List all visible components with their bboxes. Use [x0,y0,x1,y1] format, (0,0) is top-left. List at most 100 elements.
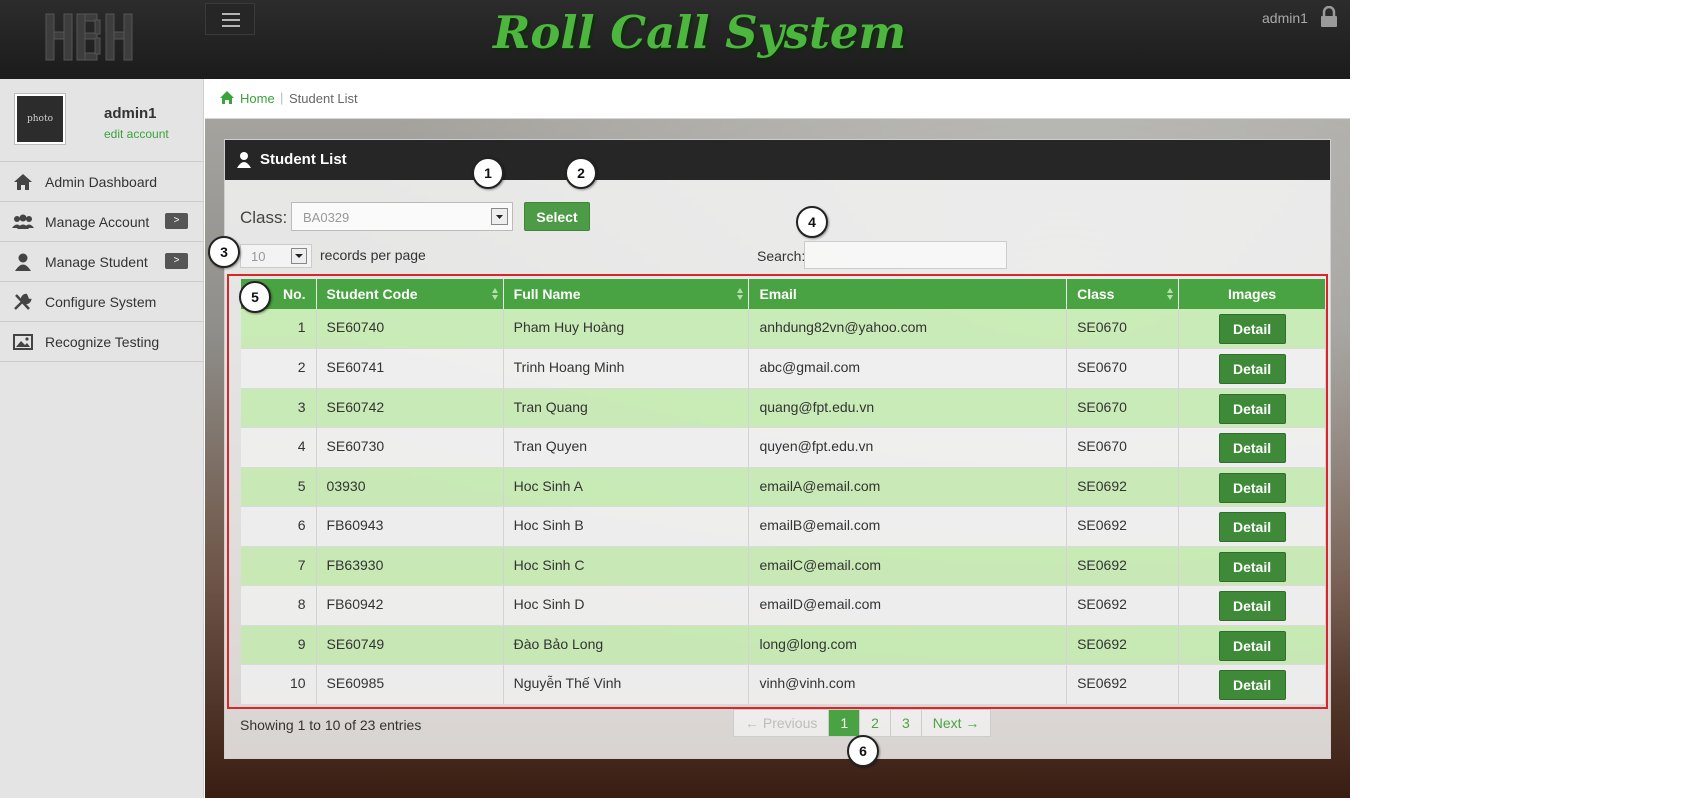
page-button-3[interactable]: 3 [891,710,922,736]
column-header-label: Student Code [326,286,418,302]
panel-title: Student List [260,151,347,168]
column-header-images: Images [1178,279,1326,309]
cell-email: abc@gmail.com [748,348,1068,389]
table-row: 8 FB60942 Hoc Sinh DemailD@email.com SE0692… [241,585,1326,626]
cell-full-name: Tran Quang [503,388,750,428]
cell-images: Detail [1178,546,1326,586]
expand-badge[interactable]: > [165,213,188,229]
chevron-down-icon[interactable] [491,208,508,225]
cell-full-name: Hoc Sinh C [503,546,750,586]
sidebar: photo admin1 edit account Admin Dashboar… [0,79,204,798]
table-row: 7 FB63930 Hoc Sinh CemailC@email.com SE0692… [241,546,1326,586]
user-icon [237,152,251,168]
expand-badge[interactable]: > [165,253,188,269]
records-per-page-select[interactable]: 10 [240,244,312,268]
callout-marker-2: 2 [565,157,597,189]
cell-images: Detail [1178,309,1326,349]
edit-account-link[interactable]: edit account [104,127,169,141]
cell-student-code: SE60740 [316,309,504,349]
cell-email: emailA@email.com [748,467,1068,507]
cell-no: 3 [241,388,317,428]
column-header-label: Full Name [513,286,581,302]
cell-student-code: FB63930 [316,546,504,586]
table-row: 4 SE60730 Tran Quyen quyen@fpt.edu.vn SE0670… [241,427,1326,468]
detail-button[interactable]: Detail [1218,433,1286,463]
column-header-student-code[interactable]: Student Code [316,279,504,309]
cell-no: 6 [241,506,317,547]
cell-full-name: Hoc Sinh A [503,467,750,507]
cell-email: anhdung82vn@yahoo.com [748,309,1068,349]
column-header-email[interactable]: Email [748,279,1068,309]
select-button[interactable]: Select [524,202,590,231]
detail-button[interactable]: Detail [1218,472,1286,503]
detail-button[interactable]: Detail [1218,314,1286,344]
top-header: Roll Call System admin1 [0,0,1350,79]
sidebar-item-label: Manage Student [45,254,148,270]
cell-no: 2 [241,348,317,389]
cell-email: quyen@fpt.edu.vn [748,427,1068,468]
detail-button[interactable]: Detail [1218,512,1286,542]
profile-box: photo admin1 edit account [0,79,203,162]
column-header-class[interactable]: Class [1066,279,1180,309]
cell-full-name: Nguyễn Thế Vinh [503,664,750,705]
sidebar-item-configure-system[interactable]: Configure System [0,282,203,322]
cell-email: emailD@email.com [748,585,1068,626]
callout-marker-1: 1 [472,157,504,189]
breadcrumb-home-link[interactable]: Home [240,91,275,106]
cell-student-code: SE60985 [316,664,504,705]
users-icon [12,214,34,229]
class-label: Class: [240,208,288,227]
cell-class: SE0670 [1066,309,1180,349]
detail-button[interactable]: Detail [1218,393,1286,424]
cell-images: Detail [1178,427,1326,468]
callout-marker-3: 3 [208,236,240,268]
cell-no: 10 [241,664,317,705]
avatar: photo [14,93,66,145]
previous-page-button[interactable]: ← Previous [734,710,830,736]
chevron-down-icon[interactable] [291,248,307,264]
cell-email: emailB@email.com [748,506,1068,547]
class-select[interactable]: BA0329 [291,202,513,231]
detail-button[interactable]: Detail [1218,630,1286,661]
column-header-label: No. [282,286,306,302]
header-username[interactable]: admin1 [1262,10,1308,26]
tools-icon [14,293,32,310]
user-icon [15,253,31,271]
cell-class: SE0692 [1066,467,1180,507]
column-header-full-name[interactable]: Full Name [503,279,750,309]
sort-icon[interactable] [1166,287,1174,301]
image-icon [13,334,33,350]
cell-full-name: Hoc Sinh B [503,506,750,547]
sidebar-item-manage-student[interactable]: Manage Student > [0,242,203,282]
page-button-2[interactable]: 2 [860,710,891,736]
sidebar-item-admin-dashboard[interactable]: Admin Dashboard [0,162,203,202]
sidebar-item-recognize-testing[interactable]: Recognize Testing [0,322,203,362]
home-icon [14,174,32,190]
student-table: No. Student Code Full Name Email Class I… [241,279,1326,705]
cell-full-name: Hoc Sinh D [503,585,750,626]
detail-button[interactable]: Detail [1218,670,1286,700]
home-icon[interactable] [219,90,235,105]
cell-no: 4 [241,427,317,468]
page-button-1[interactable]: 1 [829,710,861,736]
app-title: Roll Call System [493,6,907,59]
sidebar-item-manage-account[interactable]: Manage Account > [0,202,203,242]
detail-button[interactable]: Detail [1218,551,1286,582]
search-input[interactable] [804,241,1007,269]
sort-icon[interactable] [736,287,744,301]
next-page-button[interactable]: Next → [922,710,991,736]
lock-icon[interactable] [1320,5,1338,28]
cell-email: quang@fpt.edu.vn [748,388,1068,428]
cell-full-name: Đào Bảo Long [503,625,750,665]
hamburger-line [222,25,240,27]
cell-email: vinh@vinh.com [748,664,1068,705]
pagination: ← Previous 1 2 3 Next → [733,709,992,737]
records-per-page-label: records per page [320,247,426,263]
detail-button[interactable]: Detail [1218,591,1286,621]
main-content: Home | Student List Student List Class: … [205,79,1350,798]
detail-button[interactable]: Detail [1218,354,1286,384]
menu-toggle-button[interactable] [205,3,255,35]
cell-images: Detail [1178,467,1326,507]
sort-icon[interactable] [491,287,499,301]
table-header-row: No. Student Code Full Name Email Class I… [241,279,1326,309]
